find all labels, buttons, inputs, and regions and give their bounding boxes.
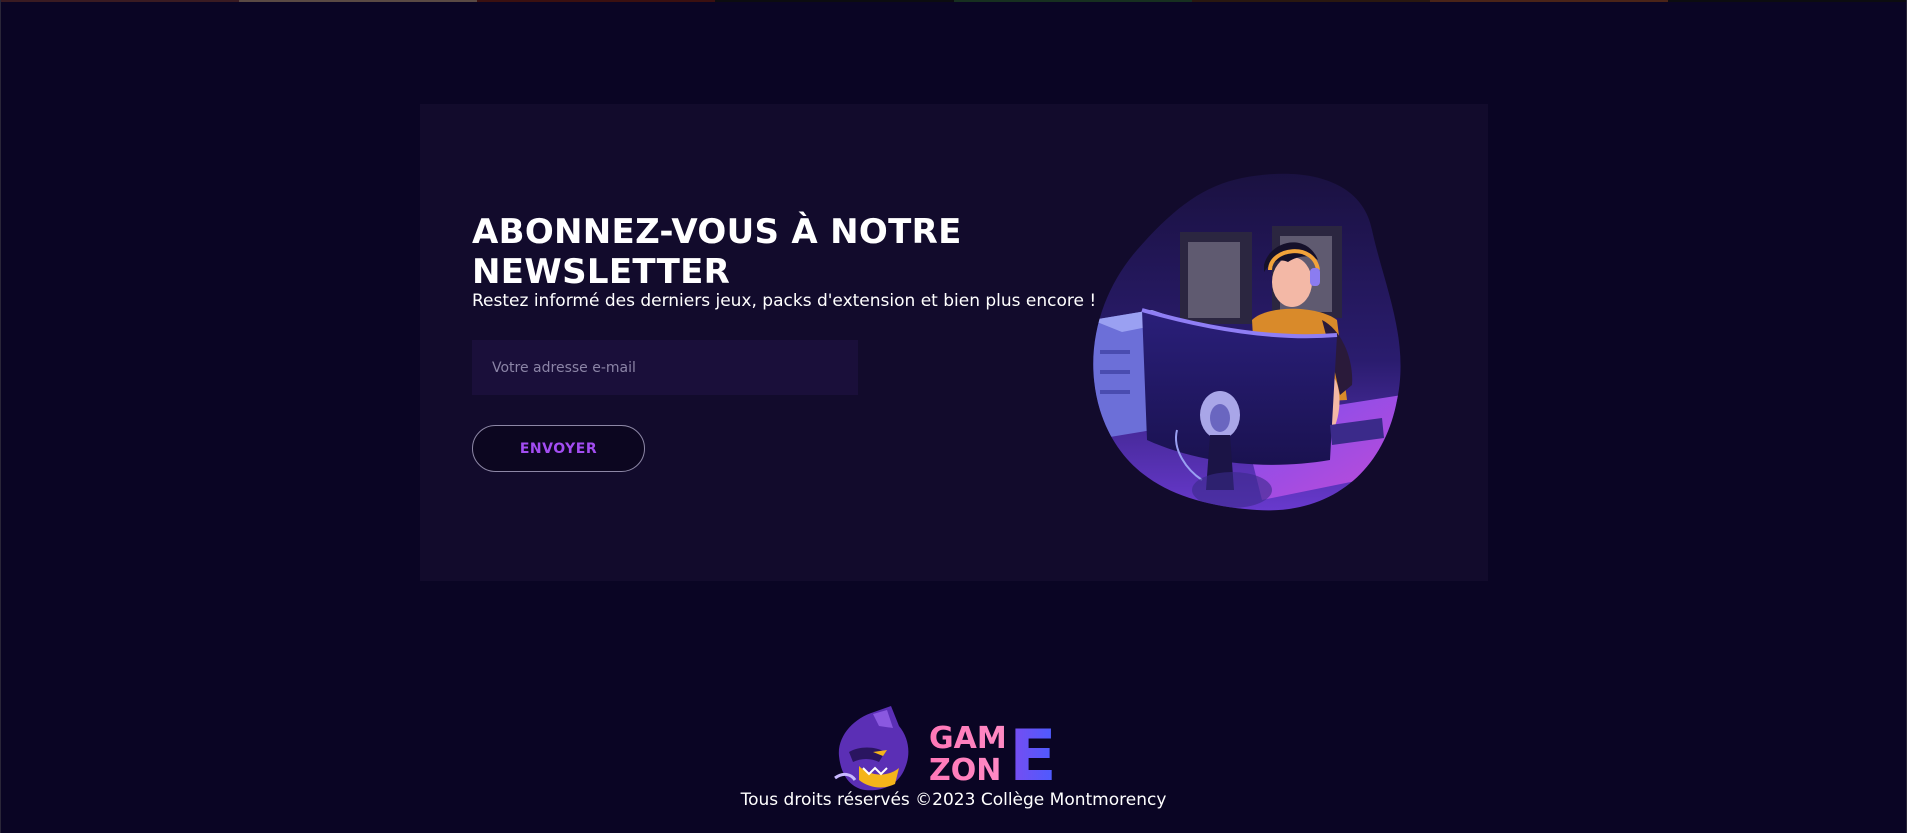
logo-text-e: E [1009,715,1057,794]
page: ABONNEZ-VOUS À NOTRE NEWSLETTER Restez i… [0,0,1907,833]
copyright-text: Tous droits réservés ©2023 Collège Montm… [740,790,1167,810]
gamer-at-computer-illustration [1093,173,1401,511]
logo-text-zon: ZON [929,753,1001,788]
wolf-mascot-icon [834,706,909,791]
top-image-strip [1,0,1906,2]
submit-button[interactable]: ENVOYER [472,425,645,472]
newsletter-section: ABONNEZ-VOUS À NOTRE NEWSLETTER Restez i… [420,104,1488,581]
gamezone-logo[interactable]: GAM ZON E [829,706,1079,794]
newsletter-subtitle: Restez informé des derniers jeux, packs … [472,291,1097,311]
newsletter-title: ABONNEZ-VOUS À NOTRE NEWSLETTER [472,212,962,292]
logo-text-gam: GAM [929,721,1007,756]
footer: GAM ZON E Tous droits réservés ©2023 Col… [1,700,1906,830]
email-input[interactable] [472,340,858,395]
